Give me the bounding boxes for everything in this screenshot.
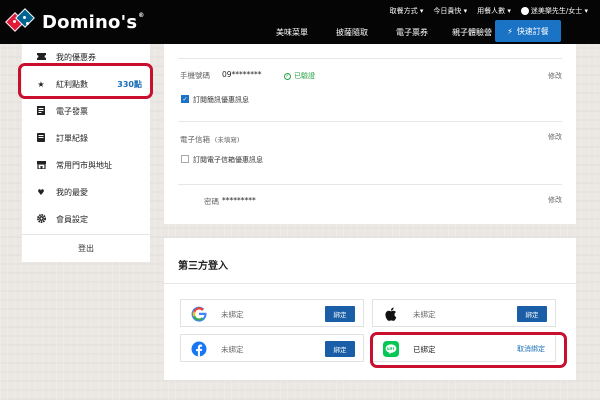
today-link[interactable]: 今日貴快 ▾ (433, 6, 467, 16)
card-divider (164, 283, 576, 284)
user-menu[interactable]: 迷美樂先生/女士 ▾ (520, 6, 588, 16)
edit-phone-link[interactable]: 修改 (548, 71, 562, 81)
site-header: Domino's® 取餐方式 ▾ 今日貴快 ▾ 用餐人數 ▾ 迷美樂先生/女士 … (0, 0, 600, 44)
check-circle-icon: ✓ (284, 72, 291, 80)
bind-google-button[interactable]: 綁定 (325, 306, 355, 322)
facebook-status: 未綁定 (221, 345, 244, 354)
quick-order-button[interactable]: ⚡ 快速訂餐 (495, 20, 561, 42)
sidebar-item-settings[interactable]: 會員設定 (22, 206, 150, 233)
nav-kids-camp[interactable]: 親子體驗營 (442, 27, 502, 38)
sidebar-item-e-invoice[interactable]: 電子發票 (22, 98, 150, 125)
sidebar-item-favorites[interactable]: ♥ 我的最愛 (22, 179, 150, 206)
row-divider (178, 58, 562, 59)
gear-icon (34, 214, 48, 225)
main-nav: 美味菜單 披薩隨取 電子票券 親子體驗營 (262, 27, 502, 38)
account-info-card: 手機號碼 09******** ✓ 已驗證 修改 ✓ 訂閱簡訊優惠訊息 電子信箱… (164, 44, 576, 224)
nav-pizza-pickup[interactable]: 披薩隨取 (322, 27, 382, 38)
email-value: (未填寫) (214, 136, 240, 144)
row-divider (178, 184, 562, 185)
apple-status: 未綁定 (413, 310, 436, 319)
utility-nav: 取餐方式 ▾ 今日貴快 ▾ 用餐人數 ▾ 迷美樂先生/女士 ▾ (390, 6, 588, 16)
lightning-icon: ⚡ (507, 26, 513, 36)
party-size-link[interactable]: 用餐人數 ▾ (477, 6, 511, 16)
nav-menu[interactable]: 美味菜單 (262, 27, 322, 38)
phone-value: 09******** (222, 70, 262, 79)
facebook-icon (191, 341, 207, 357)
facebook-login-row: 未綁定 綁定 (180, 334, 364, 362)
apple-icon (383, 306, 399, 322)
apple-login-row: 未綁定 綁定 (372, 299, 556, 327)
google-login-row: 未綁定 綁定 (180, 299, 364, 327)
logout-button[interactable]: 登出 (22, 235, 150, 262)
sidebar-item-orders[interactable]: 訂單紀錄 (22, 125, 150, 152)
row-divider (178, 121, 562, 122)
points-highlight-annotation (18, 63, 153, 99)
store-icon (34, 160, 48, 171)
email-subscribe-label: 訂閱電子信箱優惠訊息 (193, 156, 263, 164)
heart-icon: ♥ (37, 188, 45, 197)
domino-tile-icon (5, 8, 36, 33)
bind-apple-button[interactable]: 綁定 (517, 306, 547, 322)
pickup-method-link[interactable]: 取餐方式 ▾ (390, 6, 424, 16)
phone-verified-badge: ✓ 已驗證 (284, 72, 315, 80)
google-status: 未綁定 (221, 310, 244, 319)
nav-e-voucher[interactable]: 電子票券 (382, 27, 442, 38)
edit-email-link[interactable]: 修改 (548, 132, 562, 142)
phone-label: 手機號碼 (180, 71, 210, 80)
email-subscribe-checkbox[interactable] (181, 155, 189, 163)
line-binding-highlight-annotation (370, 332, 567, 368)
sms-subscribe-checkbox[interactable]: ✓ (181, 95, 189, 103)
password-value: ********* (222, 196, 256, 205)
receipt-icon (34, 133, 48, 144)
password-label: 密碼 (204, 197, 219, 206)
coupon-icon (34, 53, 48, 62)
third-party-title: 第三方登入 (178, 261, 228, 272)
bind-facebook-button[interactable]: 綁定 (325, 341, 355, 357)
google-icon (191, 306, 207, 322)
email-label: 電子信箱 (未填寫) (180, 135, 240, 144)
user-avatar-icon (520, 7, 529, 15)
brand-wordmark: Domino's® (42, 11, 145, 33)
dominos-logo[interactable]: Domino's® (5, 8, 145, 33)
edit-password-link[interactable]: 修改 (548, 195, 562, 205)
sms-subscribe-label: 訂閱簡訊優惠訊息 (193, 96, 249, 104)
invoice-icon (34, 106, 48, 117)
sidebar-item-stores[interactable]: 常用門市與地址 (22, 152, 150, 179)
